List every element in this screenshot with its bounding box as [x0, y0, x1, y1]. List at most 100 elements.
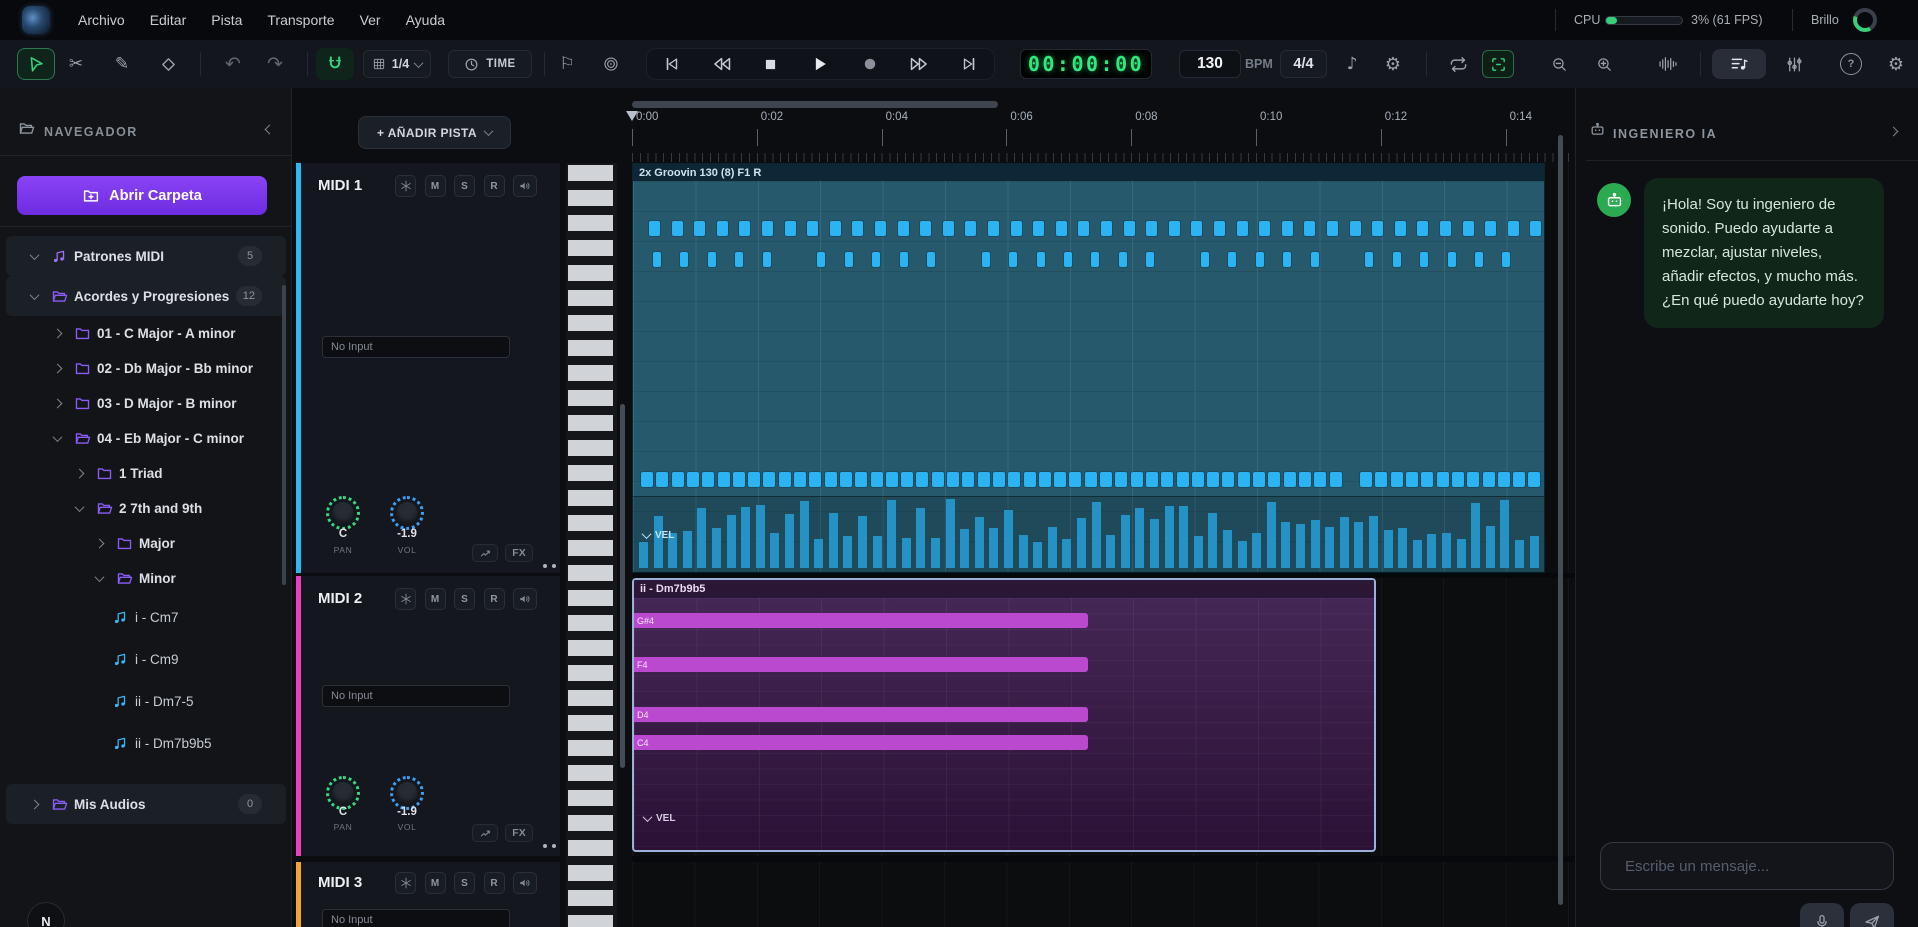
send-button[interactable]: [1850, 903, 1894, 927]
midi-note[interactable]: [1304, 221, 1315, 236]
chevron-down-icon[interactable]: [53, 432, 63, 442]
midi-note[interactable]: [1078, 221, 1089, 236]
midi-note[interactable]: [943, 221, 954, 236]
midi-note[interactable]: [763, 472, 775, 487]
midi-note[interactable]: [1508, 221, 1519, 236]
time-mode-button[interactable]: TIME: [448, 50, 532, 78]
chevron-right-icon[interactable]: [53, 399, 63, 409]
collapse-panel-icon[interactable]: [1889, 127, 1899, 137]
monitor-button[interactable]: [513, 588, 537, 610]
midi-note[interactable]: [1330, 472, 1342, 487]
monitor-button[interactable]: [513, 872, 537, 894]
midi-note[interactable]: [1283, 252, 1291, 267]
menu-item-editar[interactable]: Editar: [150, 12, 187, 28]
midi-note[interactable]: [1483, 472, 1495, 487]
midi-note[interactable]: [982, 252, 990, 267]
note-value-button[interactable]: ♪: [1338, 48, 1366, 80]
midi-note[interactable]: [779, 472, 791, 487]
tree-item[interactable]: 02 - Db Major - Bb minor: [4, 351, 288, 386]
midi-note-C4[interactable]: C4: [634, 735, 1088, 750]
midi-note[interactable]: [1421, 472, 1433, 487]
midi-note[interactable]: [962, 472, 974, 487]
midi-note[interactable]: [1228, 252, 1236, 267]
volume-knob[interactable]: [390, 496, 424, 530]
midi-note[interactable]: [1119, 252, 1127, 267]
snap-magnet-button[interactable]: [316, 48, 354, 80]
record-arm-button[interactable]: R: [484, 588, 505, 610]
time-signature[interactable]: 4/4: [1280, 50, 1327, 78]
velocity-label[interactable]: VEL: [644, 813, 675, 824]
chevron-down-icon[interactable]: [75, 502, 85, 512]
collapse-sidebar-icon[interactable]: [265, 125, 275, 135]
chevron-down-icon[interactable]: [30, 250, 40, 260]
midi-note[interactable]: [840, 472, 852, 487]
midi-note[interactable]: [1284, 472, 1296, 487]
midi-note[interactable]: [1391, 472, 1403, 487]
piano-keys-column[interactable]: [566, 163, 617, 927]
midi-note[interactable]: [785, 221, 796, 236]
midi-note[interactable]: [1207, 472, 1219, 487]
horizontal-scrollbar[interactable]: [632, 101, 998, 108]
record-arm-button[interactable]: R: [484, 175, 505, 197]
midi-note[interactable]: [1327, 221, 1338, 236]
midi-note[interactable]: [965, 221, 976, 236]
redo-button[interactable]: ↷: [259, 48, 291, 80]
midi-note[interactable]: [1069, 472, 1081, 487]
chevron-right-icon[interactable]: [30, 799, 40, 809]
midi-note[interactable]: [1192, 472, 1204, 487]
midi-note[interactable]: [733, 472, 745, 487]
pan-knob[interactable]: [326, 776, 360, 810]
fast-forward-button[interactable]: [909, 54, 929, 74]
app-logo-icon[interactable]: [22, 6, 50, 34]
track-input-selector[interactable]: No Input: [322, 909, 510, 927]
marker-flag-button[interactable]: ⚐: [552, 48, 582, 80]
midi-note[interactable]: [1024, 472, 1036, 487]
midi-note[interactable]: [898, 221, 909, 236]
midi-note[interactable]: [1169, 221, 1180, 236]
midi-note[interactable]: [1360, 472, 1372, 487]
skip-end-button[interactable]: [960, 55, 978, 73]
menu-item-transporte[interactable]: Transporte: [267, 12, 334, 28]
menu-item-pista[interactable]: Pista: [211, 12, 242, 28]
midi-note[interactable]: [1056, 221, 1067, 236]
resize-handle-dot[interactable]: [552, 564, 556, 568]
midi-note[interactable]: [1101, 221, 1112, 236]
tree-item[interactable]: ii - Dm7b9b5: [4, 722, 288, 764]
midi-note[interactable]: [871, 472, 883, 487]
midi-note[interactable]: [927, 252, 935, 267]
tree-item[interactable]: i - Cm9: [4, 638, 288, 680]
midi-note[interactable]: [1350, 221, 1361, 236]
add-track-button[interactable]: + AÑADIR PISTA: [358, 116, 511, 149]
midi-note[interactable]: [947, 472, 959, 487]
velocity-lane[interactable]: [633, 496, 1544, 574]
midi-note[interactable]: [1406, 472, 1418, 487]
record-button[interactable]: [861, 55, 879, 73]
midi-note[interactable]: [1437, 472, 1449, 487]
midi-note[interactable]: [653, 252, 661, 267]
mixer-view-button[interactable]: [1778, 48, 1810, 80]
arrangement-scrollbar[interactable]: [1558, 135, 1563, 905]
eraser-tool-button[interactable]: [152, 48, 184, 80]
midi-note[interactable]: [1011, 221, 1022, 236]
midi-note[interactable]: [672, 472, 684, 487]
midi-note[interactable]: [763, 252, 771, 267]
midi-note[interactable]: [932, 472, 944, 487]
midi-note[interactable]: [1452, 472, 1464, 487]
solo-button[interactable]: S: [454, 588, 475, 610]
cut-tool-button[interactable]: ✂: [60, 48, 92, 80]
midi-note[interactable]: [1039, 472, 1051, 487]
midi-note[interactable]: [1259, 221, 1270, 236]
midi-note[interactable]: [762, 221, 773, 236]
tree-item[interactable]: 2 7th and 9th: [4, 491, 288, 526]
pencil-tool-button[interactable]: ✎: [106, 48, 138, 80]
pointer-tool-button[interactable]: [17, 48, 55, 80]
midi-note[interactable]: [1420, 252, 1428, 267]
automation-button[interactable]: [472, 824, 498, 842]
tree-item[interactable]: Patrones MIDI5: [6, 236, 286, 276]
midi-note[interactable]: [1498, 472, 1510, 487]
open-folder-button[interactable]: Abrir Carpeta: [17, 176, 267, 215]
playlist-view-button[interactable]: [1712, 49, 1766, 79]
midi-note[interactable]: [855, 472, 867, 487]
midi-note[interactable]: [900, 252, 908, 267]
track-header-1[interactable]: MIDI 1MSRNo InputCPAN-1.9VOLFX: [296, 163, 560, 573]
